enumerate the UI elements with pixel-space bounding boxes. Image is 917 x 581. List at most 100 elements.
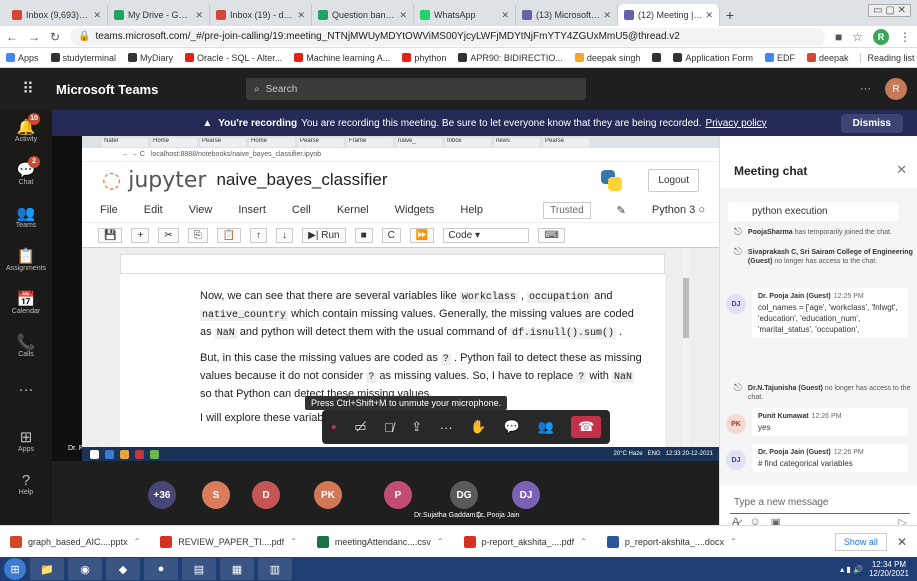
rail-item-calls[interactable]: 📞 Calls — [0, 325, 52, 368]
mic-off-icon[interactable]: 🎙̸ — [384, 420, 394, 435]
rail-label: Chat — [18, 179, 34, 186]
more-options-icon[interactable]: ··· — [860, 83, 871, 95]
chevron-up-icon[interactable]: ⌃ — [290, 537, 297, 546]
close-icon[interactable]: ✕ — [896, 162, 907, 178]
app-launcher-icon[interactable]: ⠿ — [0, 79, 56, 99]
participant-avatar[interactable]: DJ — [512, 481, 540, 509]
browser-tab[interactable]: (12) Meeting | M ✕ — [618, 4, 720, 26]
excel-icon[interactable]: ▦ — [220, 558, 254, 580]
browser-tab[interactable]: WhatsApp ✕ — [414, 4, 516, 26]
download-item[interactable]: p_report-akshita_....docx ⌃ — [606, 535, 747, 548]
participant-avatar[interactable]: PK — [314, 481, 342, 509]
forward-icon[interactable]: → — [28, 30, 40, 44]
firefox-icon[interactable]: ● — [144, 558, 178, 580]
clock[interactable]: 12:34 PM 12/20/2021 — [869, 560, 909, 578]
tab-close-icon[interactable]: ✕ — [399, 10, 407, 21]
bookmark-item[interactable]: studyterminal — [50, 53, 116, 63]
privacy-policy-link[interactable]: Privacy policy — [706, 118, 767, 129]
logout-button: Logout — [648, 168, 699, 192]
participant-avatar[interactable]: S — [202, 481, 230, 509]
tab-close-icon[interactable]: ✕ — [501, 10, 509, 21]
user-avatar[interactable]: R — [885, 78, 907, 100]
chat-toggle-icon[interactable]: 💬 — [504, 419, 520, 435]
tab-close-icon[interactable]: ✕ — [297, 10, 305, 21]
bookmark-item[interactable]: deepak — [806, 53, 848, 63]
tab-close-icon[interactable]: ✕ — [705, 10, 713, 21]
browser-tab[interactable]: My Drive - Google D✕ — [108, 4, 210, 26]
star-icon[interactable]: ☆ — [852, 30, 863, 44]
bookmark-item[interactable]: Apps — [6, 53, 39, 63]
show-all-button[interactable]: Show all — [834, 532, 887, 551]
window-controls[interactable]: ▭ ▢ ✕ — [868, 4, 911, 17]
url-field[interactable]: 🔒 teams.microsoft.com/_#/pre-join-callin… — [70, 27, 825, 46]
bookmark-item[interactable] — [652, 53, 662, 62]
browser-tab[interactable]: Inbox (9,693) - rekha✕ — [6, 4, 108, 26]
browser-tab[interactable]: Inbox (19) - dinesh.g✕ — [210, 4, 312, 26]
download-item[interactable]: meetingAttendanc....csv ⌃ — [316, 535, 454, 548]
tab-close-icon[interactable]: ✕ — [603, 10, 611, 21]
rail-item-assignments[interactable]: 📋 Assignments — [0, 239, 52, 282]
copy-icon: ⎘ — [187, 227, 208, 243]
download-item[interactable]: graph_based_AIC....pptx ⌃ — [10, 535, 150, 548]
bookmark-item[interactable]: APR90: BIDIRECTIO... — [458, 53, 563, 63]
chat-message: python execution — [728, 202, 898, 221]
rail-item-[interactable]: ··· — [0, 368, 52, 411]
hang-up-button[interactable]: ☎ — [571, 416, 602, 438]
participant-avatar[interactable]: +36 — [148, 481, 176, 509]
jupyter-toolbar: 💾 + ✂ ⎘ 📋 ↑ ↓ ▶| Run ■ C ⏩ Code ▾ ⌨ — [82, 222, 719, 248]
bookmark-item[interactable]: Application Form — [673, 53, 753, 63]
rail-item-activity[interactable]: 🔔 Activity 10 — [0, 110, 52, 153]
camera-off-icon[interactable]: ▭̸ — [354, 419, 366, 435]
browser-tab[interactable]: (13) Microsoft Teams✕ — [516, 4, 618, 26]
bookmark-item[interactable]: deepak singh — [574, 53, 640, 63]
search-box[interactable]: ⌕ Search — [246, 78, 586, 100]
bookmark-item[interactable]: EDF — [764, 53, 795, 63]
chevron-up-icon[interactable]: ⌃ — [580, 537, 587, 546]
rail-item-calendar[interactable]: 📅 Calendar — [0, 282, 52, 325]
save-icon: 💾 — [98, 227, 123, 243]
download-item[interactable]: p-report_akshita_....pdf ⌃ — [463, 535, 597, 548]
reload-icon[interactable]: ↻ — [50, 30, 60, 44]
camera-icon[interactable]: ■ — [835, 30, 842, 44]
start-button[interactable]: ⊞ — [4, 558, 26, 580]
rail-item-teams[interactable]: 👥 Teams — [0, 196, 52, 239]
share-screen-icon[interactable]: ⇪ — [411, 419, 422, 435]
rail-label: Calls — [18, 351, 34, 358]
kebab-menu-icon[interactable]: ⋮ — [899, 30, 911, 44]
word-icon[interactable]: ▥ — [258, 558, 292, 580]
profile-avatar[interactable]: R — [873, 28, 889, 45]
message-header: Punit Kumawat 12:26 PM — [758, 411, 902, 422]
tab-close-icon[interactable]: ✕ — [195, 10, 203, 21]
new-tab-button[interactable]: + — [720, 4, 740, 26]
chevron-up-icon[interactable]: ⌃ — [134, 537, 141, 546]
bookmark-item[interactable]: Oracle - SQL - Alter... — [185, 53, 282, 63]
participant-avatar[interactable]: D — [252, 481, 280, 509]
bookmark-item[interactable]: phython — [402, 53, 446, 63]
close-downloads-icon[interactable]: ✕ — [897, 535, 917, 549]
more-actions-icon[interactable]: ··· — [440, 420, 453, 435]
dismiss-button[interactable]: Dismiss — [840, 114, 903, 133]
participant-avatar[interactable]: DG — [450, 481, 478, 509]
reading-list-button[interactable]: Reading list — [860, 52, 915, 63]
participant-avatar[interactable]: P — [384, 481, 412, 509]
bookmark-icon — [294, 53, 304, 62]
rail-item-chat[interactable]: 💬 Chat 2 — [0, 153, 52, 196]
browser-tab[interactable]: Question bank - Goo✕ — [312, 4, 414, 26]
participants-icon[interactable]: 👥 — [538, 419, 554, 435]
bookmark-icon — [574, 53, 584, 62]
rail-item-apps[interactable]: ⊞ Apps — [0, 420, 52, 463]
tab-close-icon[interactable]: ✕ — [93, 10, 101, 21]
message-input[interactable]: Type a new message — [730, 492, 910, 514]
download-item[interactable]: REVIEW_PAPER_TI....pdf ⌃ — [160, 535, 307, 548]
chevron-up-icon[interactable]: ⌃ — [730, 537, 737, 546]
chevron-up-icon[interactable]: ⌃ — [437, 537, 444, 546]
rail-item-help[interactable]: ? Help — [0, 463, 52, 506]
raise-hand-icon[interactable]: ✋ — [470, 419, 486, 435]
bookmark-item[interactable]: MyDiary — [128, 53, 173, 63]
explorer-icon[interactable]: 📁 — [30, 558, 64, 580]
chrome-icon[interactable]: ◉ — [68, 558, 102, 580]
powerpoint-icon[interactable]: ▤ — [182, 558, 216, 580]
bookmark-item[interactable]: Machine learning A... — [294, 53, 390, 63]
back-icon[interactable]: ← — [6, 30, 18, 44]
app-icon[interactable]: ◆ — [106, 558, 140, 580]
